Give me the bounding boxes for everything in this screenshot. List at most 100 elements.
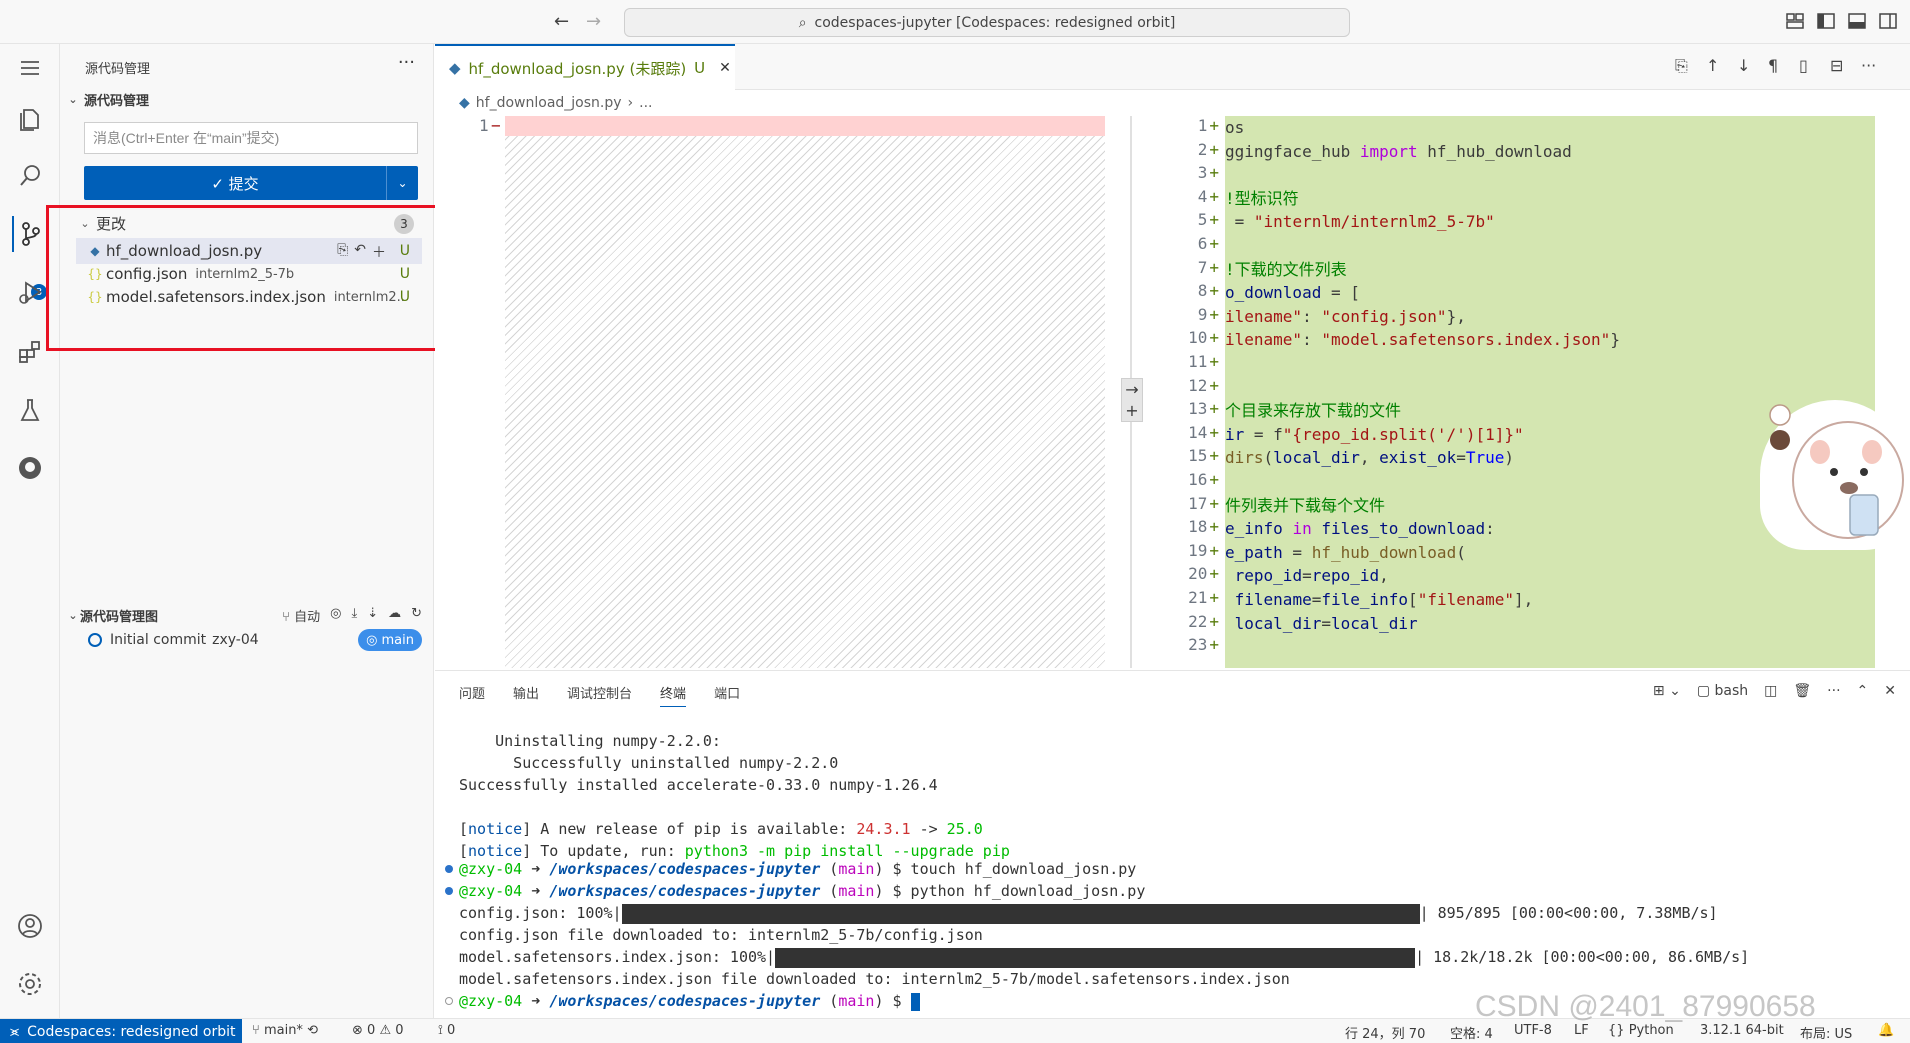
whitespace-icon[interactable]: ¶ — [1768, 56, 1778, 75]
commit-button[interactable]: ✓ 提交 ⌄ — [84, 166, 418, 200]
code-token: exist_ok — [1379, 448, 1457, 468]
panel-actions: ⊞ ⌄ ▢ bash ◫ 🗑 ··· ⌃ ✕ — [1653, 683, 1896, 699]
diff-actions[interactable]: → + — [1121, 378, 1143, 422]
tab-debug-console[interactable]: 调试控制台 — [567, 683, 632, 707]
language-label: Python — [1628, 1023, 1674, 1038]
target-icon[interactable]: ◎ — [330, 606, 341, 625]
back-icon[interactable]: ← — [554, 11, 569, 32]
push-cloud-icon[interactable]: ☁ — [388, 606, 401, 625]
problems-status[interactable]: ⊗ 0 ⚠ 0 — [352, 1023, 404, 1038]
plus-icon[interactable]: + — [1125, 401, 1138, 420]
breadcrumb-file[interactable]: hf_download_josn.py — [476, 95, 622, 111]
accounts-icon[interactable] — [12, 908, 48, 944]
commit-row[interactable]: Initial commit zxy-04 ◎ main — [76, 628, 422, 652]
previous-change-icon[interactable]: ↑ — [1706, 56, 1719, 75]
more-actions-icon[interactable]: ··· — [1827, 683, 1840, 699]
extensions-icon[interactable] — [12, 334, 48, 370]
progress-stats: 18.2k/18.2k [00:00<00:00, 86.6MB/s] — [1433, 948, 1750, 966]
code-token: o_download — [1225, 283, 1322, 303]
added-marker: + — [1209, 116, 1219, 135]
line-number-gutter: 1 − — [435, 116, 505, 668]
line-number: 22 + — [1143, 612, 1219, 636]
maximize-panel-icon[interactable]: ⌃ — [1857, 683, 1869, 699]
diff-modified-pane[interactable]: 1 +2 +3 +4 +5 +6 +7 +8 +9 +10 +11 +12 +13 +14 +15 +16 +1… — [1143, 116, 1910, 668]
customize-layout-icon[interactable] — [1784, 10, 1806, 32]
tab-terminal[interactable]: 终端 — [660, 683, 687, 707]
added-marker: + — [1209, 352, 1219, 371]
notifications-bell-icon[interactable]: 🔔 — [1878, 1023, 1894, 1038]
more-actions-icon[interactable]: ··· — [398, 52, 415, 73]
toggle-secondary-sidebar-icon[interactable] — [1877, 10, 1899, 32]
tab-hf-download-josn[interactable]: ◆ hf_download_josn.py (未跟踪) U ✕ — [435, 44, 735, 90]
auto-branch-filter[interactable]: ⑂ 自动 — [282, 606, 320, 625]
open-file-icon[interactable]: ⎘ — [1675, 56, 1688, 76]
code-token: ( — [1456, 542, 1466, 562]
remote-indicator[interactable]: ⪤ Codespaces: redesigned orbit — [0, 1019, 242, 1043]
new-terminal-dropdown-icon[interactable]: ⊞ ⌄ — [1653, 683, 1681, 699]
breadcrumb-symbol[interactable]: ... — [639, 95, 652, 111]
code-token: "internlm/internlm2_5-7b" — [1253, 212, 1495, 232]
cursor-position[interactable]: 行 24，列 70 — [1345, 1023, 1425, 1042]
fetch-icon[interactable]: ⤓ — [351, 606, 357, 625]
end-of-line[interactable]: LF — [1574, 1023, 1589, 1038]
code-token: local_dir — [1234, 613, 1322, 633]
code-token: os — [1225, 118, 1245, 137]
keyboard-layout[interactable]: 布局: US — [1800, 1023, 1852, 1042]
terminal-prompt-line: @zxy-04 ➜ /workspaces/codespaces-jupyter… — [459, 990, 920, 1012]
run-debug-icon[interactable] — [12, 274, 48, 310]
language-mode[interactable]: {} Python — [1608, 1023, 1674, 1038]
menu-icon[interactable] — [12, 50, 48, 86]
branch-status[interactable]: ⑂ main* ⟲ — [252, 1023, 318, 1038]
toggle-panel-icon[interactable] — [1846, 10, 1868, 32]
diff-original-pane[interactable]: 1 − — [435, 116, 1120, 668]
code-line: os — [1225, 116, 1244, 140]
command-center-search[interactable]: ⌕ codespaces-jupyter [Codespaces: redesi… — [624, 8, 1350, 37]
refresh-icon[interactable]: ↻ — [411, 606, 422, 625]
indentation[interactable]: 空格: 4 — [1450, 1023, 1493, 1042]
commit-message-input[interactable] — [84, 122, 418, 154]
trash-icon[interactable]: 🗑 — [1793, 683, 1811, 699]
ports-count: 0 — [446, 1023, 456, 1038]
branch-pill-label: main — [381, 632, 414, 648]
added-marker: + — [1209, 446, 1219, 466]
ports-status[interactable]: ⟟ 0 — [438, 1023, 455, 1038]
next-change-icon[interactable]: ↓ — [1737, 56, 1750, 75]
line-number: 2 + — [1143, 140, 1219, 164]
line-number: 17 + — [1143, 494, 1219, 518]
arrow-right-icon[interactable]: → — [1125, 380, 1138, 399]
command-success-dot-icon[interactable] — [445, 887, 453, 895]
more-actions-icon[interactable]: ··· — [1861, 56, 1876, 75]
open-map-icon[interactable]: ▯ — [1799, 56, 1808, 75]
command-success-dot-icon[interactable] — [445, 865, 453, 873]
explorer-icon[interactable] — [12, 100, 48, 136]
settings-gear-icon[interactable] — [12, 966, 48, 1002]
added-marker: + — [1209, 375, 1219, 395]
commit-dropdown-chevron-icon[interactable]: ⌄ — [386, 166, 418, 200]
terminal-shell-selector[interactable]: ▢ bash — [1697, 683, 1748, 699]
forward-icon[interactable]: → — [586, 11, 601, 32]
python-interpreter[interactable]: 3.12.1 64-bit — [1700, 1023, 1784, 1038]
toggle-sidebar-icon[interactable] — [1815, 10, 1837, 32]
line-number-value: 8 — [1197, 281, 1208, 301]
search-view-icon[interactable] — [12, 158, 48, 194]
line-number: 4 + — [1143, 187, 1219, 211]
pull-icon[interactable]: ⇣ — [367, 606, 378, 625]
graph-section-header[interactable]: ⌄ 源代码管理图 ⑂ 自动 ◎ ⤓ ⇣ ☁ ↻ — [66, 602, 428, 628]
repo-section-header[interactable]: ⌄ 源代码管理 — [66, 90, 149, 109]
tab-ports[interactable]: 端口 — [714, 683, 740, 707]
github-icon[interactable] — [12, 450, 48, 486]
code-line: e_path = hf_hub_download( — [1225, 541, 1466, 565]
testing-icon[interactable] — [12, 392, 48, 428]
line-number-value: 3 — [1197, 163, 1208, 183]
code-token: "config.json" — [1321, 306, 1447, 326]
split-terminal-icon[interactable]: ◫ — [1764, 683, 1777, 699]
tab-output[interactable]: 输出 — [513, 683, 539, 707]
split-editor-icon[interactable]: ⊟ — [1830, 56, 1843, 75]
source-control-icon[interactable] — [12, 216, 48, 252]
close-panel-icon[interactable]: ✕ — [1884, 683, 1896, 699]
tab-problems[interactable]: 问题 — [459, 683, 485, 707]
close-icon[interactable]: ✕ — [719, 60, 731, 76]
encoding[interactable]: UTF-8 — [1514, 1023, 1552, 1038]
remote-icon: ⪤ — [10, 1023, 20, 1040]
command-pending-dot-icon[interactable] — [445, 997, 453, 1005]
